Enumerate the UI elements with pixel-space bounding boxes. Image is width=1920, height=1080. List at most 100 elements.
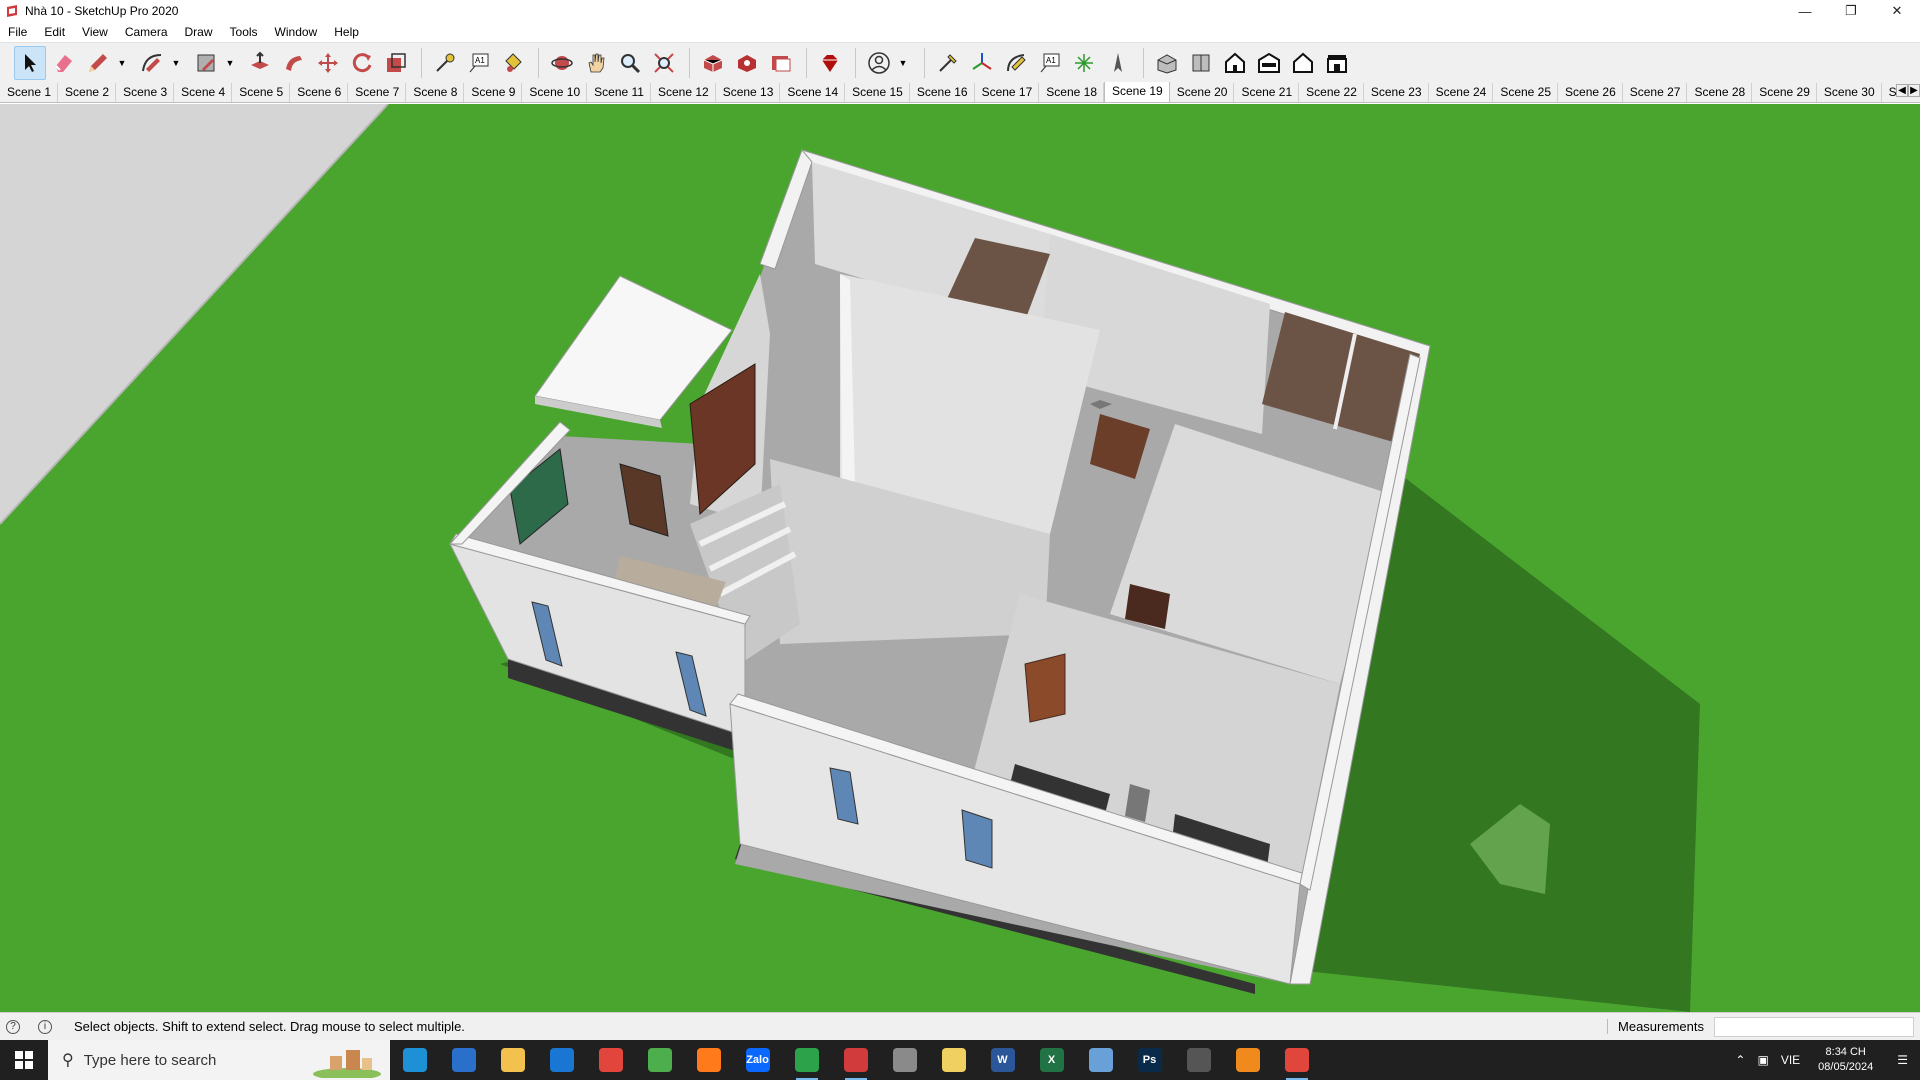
scene-tab[interactable]: Scene 10: [522, 83, 588, 102]
taskbar-app-user[interactable]: [880, 1040, 929, 1080]
scene-tab[interactable]: Scene 3: [116, 83, 175, 102]
profile-icon[interactable]: [863, 46, 895, 80]
scene-tab[interactable]: Scene 19: [1104, 82, 1170, 102]
language-indicator[interactable]: VIE: [1775, 1053, 1806, 1067]
protractor-icon[interactable]: A1: [1034, 46, 1066, 80]
menu-view[interactable]: View: [74, 25, 117, 39]
restore-icon[interactable]: ❐: [1828, 0, 1874, 22]
taskbar-app-coccoc[interactable]: [635, 1040, 684, 1080]
paint-bucket-icon[interactable]: [497, 46, 529, 80]
select-icon[interactable]: [14, 45, 46, 80]
scene-tab[interactable]: Scene 18: [1039, 83, 1104, 102]
section-plane-icon[interactable]: [932, 46, 964, 80]
taskbar-app-zalo[interactable]: Zalo: [733, 1040, 782, 1080]
scene-tab[interactable]: Scene 14: [780, 83, 846, 102]
iso-view-icon[interactable]: [1102, 46, 1134, 80]
chevron-down-icon[interactable]: ▼: [170, 46, 182, 80]
scene-tab[interactable]: Scene 1: [0, 83, 59, 102]
scene-tab[interactable]: Scene 30: [1817, 83, 1882, 102]
windows-start-icon[interactable]: [0, 1040, 48, 1080]
scene-tab[interactable]: Scene 26: [1558, 83, 1623, 102]
scene-tab[interactable]: Scene 21: [1234, 83, 1300, 102]
taskbar-app-excel[interactable]: X: [1027, 1040, 1076, 1080]
chevron-down-icon[interactable]: ▼: [897, 46, 909, 80]
top-view-icon[interactable]: [1151, 46, 1183, 80]
taskbar-app-camtasia-recorder[interactable]: [1272, 1040, 1321, 1080]
arc-icon[interactable]: [136, 46, 168, 80]
orbit-icon[interactable]: [546, 46, 578, 80]
taskbar-app-edge[interactable]: [390, 1040, 439, 1080]
left-view-icon[interactable]: [1287, 46, 1319, 80]
scene-tab[interactable]: Scene 4: [174, 83, 233, 102]
info-icon[interactable]: i: [38, 1019, 52, 1034]
scene-tab[interactable]: Scene 20: [1170, 83, 1235, 102]
scene-tab[interactable]: Scene 22: [1299, 83, 1364, 102]
axes-icon[interactable]: [966, 46, 998, 80]
taskbar-app-file-explorer[interactable]: [488, 1040, 537, 1080]
rectangle-icon[interactable]: [190, 46, 222, 80]
zoom-extents-icon[interactable]: [648, 46, 680, 80]
3d-text-icon[interactable]: [1068, 46, 1100, 80]
rotate-icon[interactable]: [346, 46, 378, 80]
scene-tab[interactable]: Scene 29: [1752, 83, 1817, 102]
scene-tab[interactable]: Scene 9: [464, 83, 523, 102]
pencil-line-icon[interactable]: [82, 46, 114, 80]
3d-warehouse-icon[interactable]: [697, 46, 729, 80]
text-icon[interactable]: A1: [463, 46, 495, 80]
scene-tab[interactable]: Scene 6: [290, 83, 349, 102]
scene-tab[interactable]: Scene 17: [975, 83, 1040, 102]
chevron-down-icon[interactable]: ▼: [116, 46, 128, 80]
taskbar-search-box[interactable]: ⚲ Type here to search: [48, 1040, 390, 1080]
taskbar-app-camtasia[interactable]: [782, 1040, 831, 1080]
taskbar-app-outlook[interactable]: [439, 1040, 488, 1080]
dimension-icon[interactable]: [1000, 46, 1032, 80]
taskbar-app-aperture[interactable]: [1174, 1040, 1223, 1080]
scene-tab[interactable]: Scene 25: [1493, 83, 1559, 102]
taskbar-app-sparkle[interactable]: [929, 1040, 978, 1080]
scene-tab[interactable]: Scene 5: [232, 83, 291, 102]
layout-icon[interactable]: [765, 46, 797, 80]
network-icon[interactable]: ▣: [1751, 1053, 1774, 1067]
minimize-icon[interactable]: —: [1782, 0, 1828, 22]
pan-icon[interactable]: [580, 46, 612, 80]
scroll-right-icon[interactable]: ▶: [1908, 84, 1920, 97]
menu-help[interactable]: Help: [326, 25, 368, 39]
eraser-icon[interactable]: [48, 46, 80, 80]
push-pull-icon[interactable]: [244, 46, 276, 80]
iso-house-icon[interactable]: [1321, 46, 1353, 80]
scene-tab[interactable]: Scene 7: [348, 83, 407, 102]
taskbar-app-notes[interactable]: [1076, 1040, 1125, 1080]
chevron-down-icon[interactable]: ▼: [224, 46, 236, 80]
taskbar-app-firefox[interactable]: [684, 1040, 733, 1080]
right-view-icon[interactable]: [1219, 46, 1251, 80]
scene-tab[interactable]: Scene 15: [845, 83, 910, 102]
move-icon[interactable]: [312, 46, 344, 80]
measurements-input[interactable]: [1714, 1016, 1914, 1037]
notification-icon[interactable]: ☰: [1885, 1053, 1920, 1067]
scene-tab[interactable]: Scene 16: [910, 83, 975, 102]
extension-warehouse-icon[interactable]: [731, 46, 763, 80]
follow-me-icon[interactable]: [278, 46, 310, 80]
taskbar-app-chrome[interactable]: [586, 1040, 635, 1080]
scene-tab[interactable]: Scene 11: [587, 83, 651, 102]
menu-file[interactable]: File: [0, 25, 36, 39]
scene-tab[interactable]: Scene 8: [406, 83, 465, 102]
tape-measure-icon[interactable]: [429, 46, 461, 80]
taskbar-app-word[interactable]: W: [978, 1040, 1027, 1080]
menu-draw[interactable]: Draw: [177, 25, 222, 39]
front-view-icon[interactable]: [1185, 46, 1217, 80]
scene-tab[interactable]: Scene 23: [1364, 83, 1429, 102]
menu-edit[interactable]: Edit: [36, 25, 74, 39]
menu-window[interactable]: Window: [267, 25, 327, 39]
scale-icon[interactable]: [380, 46, 412, 80]
scene-tab[interactable]: Scene 2: [58, 83, 117, 102]
taskbar-app-sketchup[interactable]: [831, 1040, 880, 1080]
taskbar-app-ampe[interactable]: [1223, 1040, 1272, 1080]
taskbar-app-chat[interactable]: [537, 1040, 586, 1080]
zoom-icon[interactable]: [614, 46, 646, 80]
close-icon[interactable]: ✕: [1874, 0, 1920, 22]
taskbar-app-photoshop[interactable]: Ps: [1125, 1040, 1174, 1080]
geo-location-icon[interactable]: ?: [6, 1019, 20, 1034]
clock[interactable]: 8:34 CH 08/05/2024: [1806, 1045, 1885, 1075]
scene-tab[interactable]: Scene 24: [1429, 83, 1494, 102]
